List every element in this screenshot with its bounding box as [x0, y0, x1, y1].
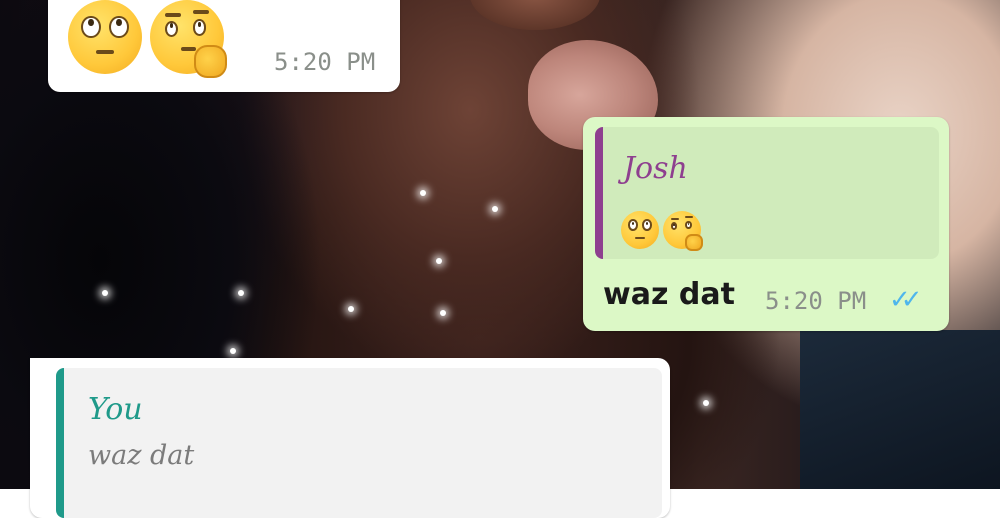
sparkle [492, 206, 498, 212]
incoming-message-bubble[interactable]: 5:20 PM [48, 0, 400, 92]
quoted-message[interactable]: Josh [595, 127, 939, 259]
quoted-message[interactable]: You waz dat [56, 368, 662, 518]
sparkle [436, 258, 442, 264]
message-timestamp: 5:20 PM [765, 287, 867, 315]
message-text: waz dat [603, 277, 735, 312]
sparkle [348, 306, 354, 312]
outgoing-message-bubble[interactable]: Josh waz dat 5:20 PM ✓✓ [583, 117, 949, 331]
double-check-read-icon: ✓✓ [889, 285, 922, 315]
sparkle [238, 290, 244, 296]
quote-accent-bar [56, 368, 64, 518]
face-with-rolling-eyes-icon [621, 211, 659, 249]
quoted-sender-name: You [88, 392, 143, 427]
quoted-message-text: waz dat [88, 440, 195, 471]
sparkle [420, 190, 426, 196]
thinking-face-icon [150, 0, 227, 79]
quote-accent-bar [595, 127, 603, 259]
sparkle [102, 290, 108, 296]
thinking-face-icon [663, 211, 703, 252]
incoming-message-bubble[interactable]: You waz dat [30, 358, 670, 518]
message-timestamp: 5:20 PM [274, 48, 376, 76]
quoted-sender-name: Josh [623, 151, 688, 186]
sparkle [703, 400, 709, 406]
face-with-rolling-eyes-icon [68, 0, 142, 74]
sparkle [230, 348, 236, 354]
wallpaper-shirt [800, 330, 1000, 489]
sparkle [440, 310, 446, 316]
wallpaper-nose [470, 0, 600, 30]
